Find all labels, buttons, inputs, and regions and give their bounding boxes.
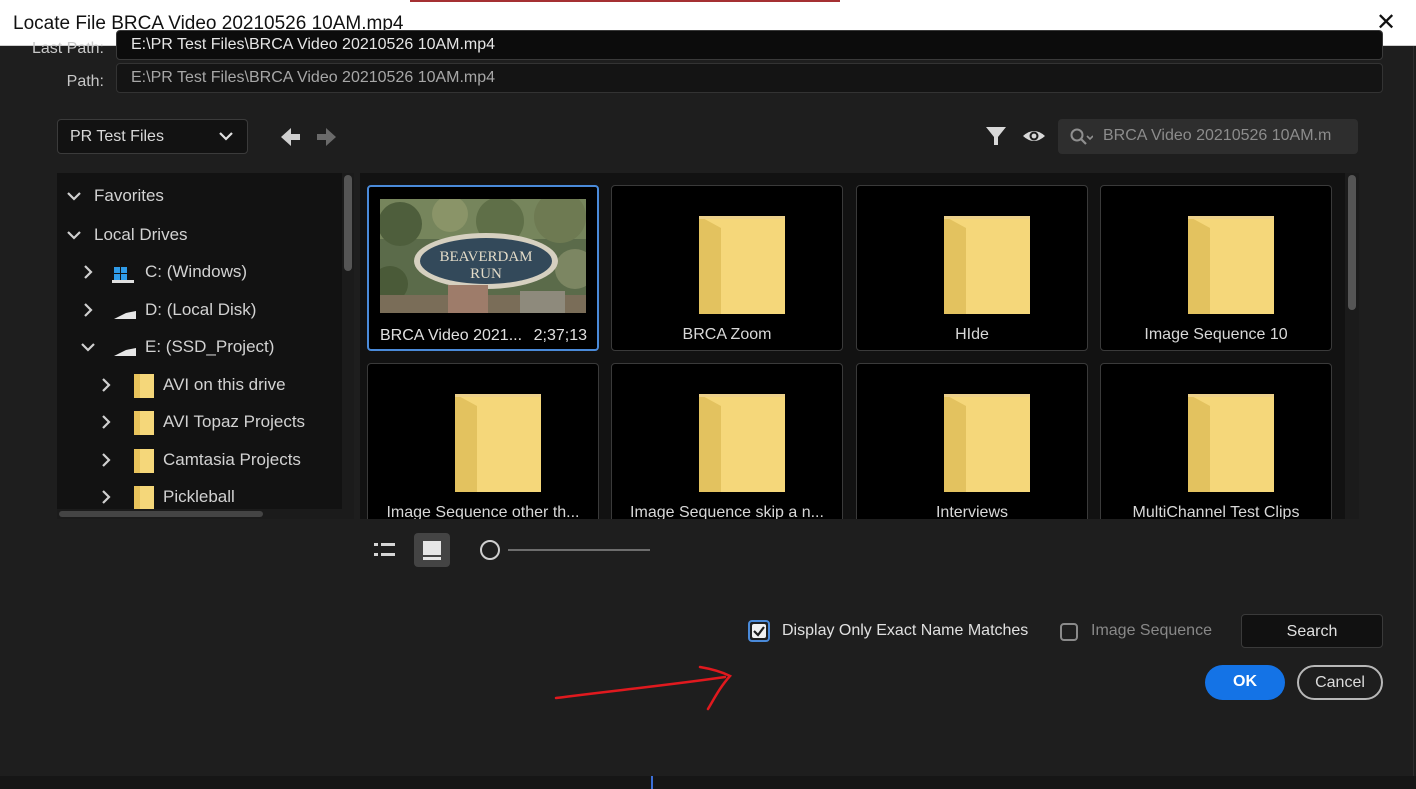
grid-item-duration: 2;37;13 [533,327,587,344]
tree-item-label: Favorites [94,186,164,205]
check-icon [753,626,765,637]
windows-drive-icon [112,267,134,283]
scroll-thumb[interactable] [1348,175,1356,310]
grid-item-folder[interactable]: Interviews [856,363,1088,519]
tree-horizontal-scrollbar[interactable] [57,509,342,519]
drive-icon [114,348,136,356]
tree-item-label: AVI on this drive [163,375,286,394]
scroll-thumb[interactable] [344,175,352,271]
tree-item-label: D: (Local Disk) [145,300,257,319]
sign-text-line2: RUN [470,266,502,282]
grid-item-label: BRCA Video 2021... [380,327,523,344]
grid-item-label: Interviews [935,504,1009,519]
tree-item-label: Camtasia Projects [163,450,301,469]
icon-view-icon [423,541,441,560]
zoom-slider-handle[interactable] [480,540,500,560]
tree-vertical-scrollbar[interactable] [342,173,354,519]
last-path-field[interactable]: E:\PR Test Files\BRCA Video 20210526 10A… [116,30,1383,60]
chevron-right-icon[interactable] [97,451,115,469]
search-icon [1070,128,1093,145]
exact-match-label: Display Only Exact Name Matches [782,622,1029,639]
icon-view-button[interactable] [414,533,450,567]
grid-item-folder[interactable]: MultiChannel Test Clips [1100,363,1332,519]
folder-icon [455,394,541,492]
zoom-slider-track[interactable] [508,549,650,551]
tree-item-label: AVI Topaz Projects [163,412,306,431]
grid-item-folder[interactable]: BRCA Zoom [611,185,843,351]
grid-item-label: MultiChannel Test Clips [1132,504,1300,519]
last-path-label: Last Path: [31,40,104,57]
chevron-right-icon[interactable] [79,263,97,281]
chevron-right-icon[interactable] [97,488,115,506]
list-view-icon[interactable] [366,533,402,567]
chevron-down-icon [219,132,233,141]
grid-item-folder[interactable]: Image Sequence other th... [367,363,599,519]
folder-icon [134,449,154,473]
location-dropdown[interactable]: PR Test Files [57,119,248,154]
tree-item-label: Pickleball [163,487,235,506]
grid-vertical-scrollbar[interactable] [1345,173,1359,519]
folder-icon [134,411,154,435]
ok-button[interactable]: OK [1205,665,1285,700]
filter-icon[interactable] [983,123,1009,149]
folder-icon [1188,216,1274,314]
back-arrow-icon[interactable] [279,125,303,149]
tree-item-label: C: (Windows) [145,262,248,281]
background-strip [410,0,840,2]
grid-item-video[interactable]: BEAVERDAM RUN BRCA Video 2021... 2;37;13 [367,185,599,351]
path-value: E:\PR Test Files\BRCA Video 20210526 10A… [131,69,496,86]
grid-item-folder[interactable]: Image Sequence 10 [1100,185,1332,351]
search-input[interactable]: BRCA Video 20210526 10AM.m [1058,119,1358,154]
video-thumbnail: BEAVERDAM RUN [380,199,586,313]
sign-text-line1: BEAVERDAM [439,249,532,265]
folder-icon [134,374,154,398]
folder-icon [699,216,785,314]
location-dropdown-value: PR Test Files [70,128,164,145]
folder-icon [1188,394,1274,492]
forward-arrow-icon[interactable] [314,125,338,149]
tree-item-label: Local Drives [94,225,188,244]
path-label: Path: [66,73,104,90]
grid-item-label: Image Sequence skip a n... [630,504,824,519]
timeline-indicator [651,776,653,789]
chevron-down-icon[interactable] [65,187,83,205]
folder-icon [944,216,1030,314]
chevron-down-icon[interactable] [65,226,83,244]
search-button[interactable]: Search [1241,614,1383,648]
exact-match-checkbox[interactable] [748,620,770,642]
grid-item-folder[interactable]: Image Sequence skip a n... [611,363,843,519]
scroll-thumb[interactable] [59,511,263,517]
drive-icon [114,311,136,319]
background-strip [0,776,1416,789]
path-field: E:\PR Test Files\BRCA Video 20210526 10A… [116,63,1383,93]
folder-icon [699,394,785,492]
grid-item-label: Image Sequence other th... [386,504,580,519]
chevron-right-icon[interactable] [79,301,97,319]
grid-item-label: BRCA Zoom [682,326,772,343]
eye-icon[interactable] [1021,123,1047,149]
folder-icon [944,394,1030,492]
search-value: BRCA Video 20210526 10AM.m [1103,127,1332,144]
file-grid: BEAVERDAM RUN BRCA Video 2021... 2;37;13… [360,173,1345,519]
grid-item-label: HIde [955,326,989,343]
grid-item-label: Image Sequence 10 [1144,326,1288,343]
grid-item-folder[interactable]: HIde [856,185,1088,351]
folder-tree[interactable]: Favorites Local Drives C: (Windows) D: (… [57,173,354,519]
folder-icon [134,486,154,510]
cancel-button[interactable]: Cancel [1297,665,1383,700]
checkbox-fill [752,624,766,638]
annotation-arrow [554,665,733,711]
chevron-down-icon[interactable] [79,338,97,356]
tree-item-label: E: (SSD_Project) [145,337,275,356]
last-path-value: E:\PR Test Files\BRCA Video 20210526 10A… [131,36,496,53]
chevron-right-icon[interactable] [97,413,115,431]
chevron-right-icon[interactable] [97,376,115,394]
image-sequence-label: Image Sequence [1091,622,1212,639]
image-sequence-checkbox[interactable] [1060,623,1078,641]
